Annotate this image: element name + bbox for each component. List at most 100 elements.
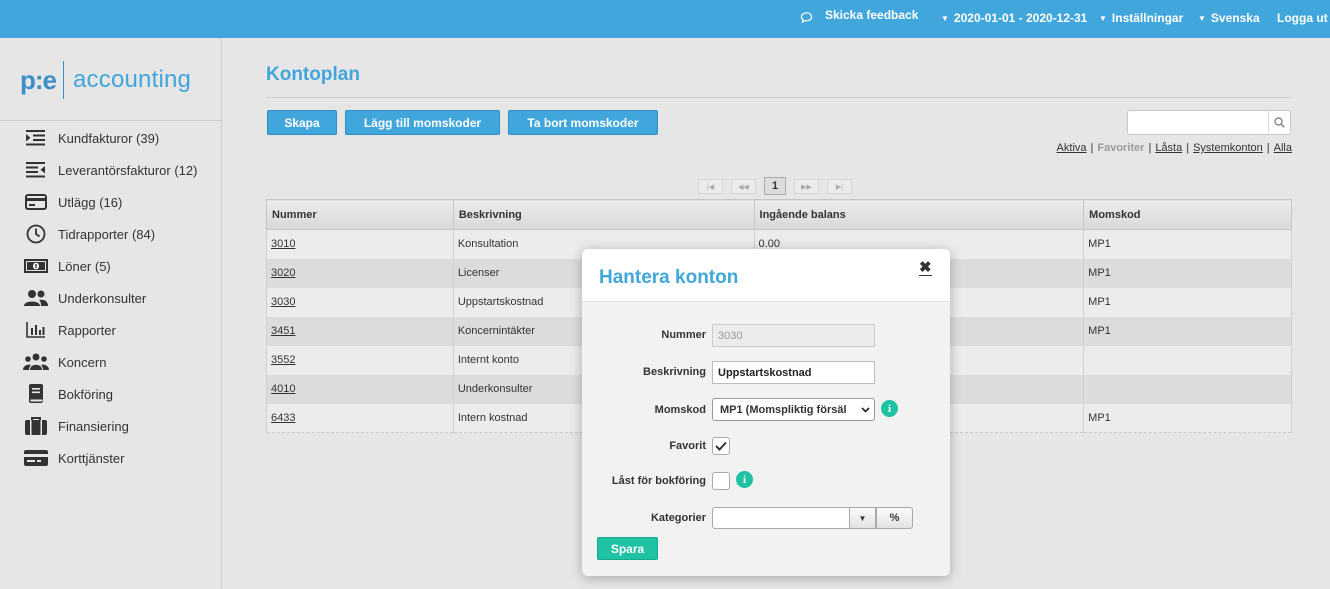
- sidebar-item-label: Tidrapporter (84): [58, 226, 156, 242]
- sidebar-item-expenses[interactable]: Utlägg (16): [0, 186, 221, 218]
- favorite-checkbox[interactable]: [712, 437, 730, 455]
- settings-dropdown[interactable]: ▼ Inställningar: [1099, 11, 1183, 25]
- account-vat-code: MP1: [1083, 316, 1292, 346]
- chevron-down-icon: [860, 403, 871, 420]
- expenses-icon: [23, 192, 49, 212]
- column-header-opening-balance[interactable]: Ingående balans: [753, 199, 1085, 230]
- account-filters: Aktiva | Favoriter | Låsta | Systemkonton | Alla: [1056, 142, 1292, 154]
- page-title: Kontoplan: [266, 64, 360, 85]
- sidebar-item-reports[interactable]: Rapporter: [0, 314, 221, 346]
- logo-mark: p:e: [20, 64, 57, 95]
- book-icon: [23, 384, 49, 404]
- period-label: 2020-01-01 - 2020-12-31: [953, 11, 1088, 25]
- sidebar-item-bookkeeping[interactable]: Bokföring: [0, 378, 221, 410]
- sidebar-item-label: Koncern: [58, 354, 107, 370]
- sidebar-item-label: Kundfakturor (39): [58, 130, 160, 146]
- account-vat-code: [1083, 374, 1292, 404]
- sidebar-nav: Kundfakturor (39) Leverantörsfakturor (1…: [0, 122, 221, 474]
- logout-link[interactable]: Logga ut: [1277, 11, 1328, 25]
- language-dropdown[interactable]: ▼ Svenska: [1198, 11, 1260, 25]
- sidebar-item-label: Leverantörsfakturor (12): [58, 162, 198, 178]
- sidebar-item-label: Bokföring: [58, 386, 113, 402]
- vat-code-selected: MP1 (Momspliktig försäl: [720, 403, 847, 416]
- sidebar-item-label: Utlägg (16): [58, 194, 123, 210]
- account-number-link[interactable]: 6433: [271, 412, 295, 424]
- account-vat-code: MP1: [1083, 287, 1292, 317]
- vat-code-label: Momskod: [654, 404, 706, 416]
- chevron-down-icon[interactable]: ▼: [849, 507, 876, 529]
- first-page-icon[interactable]: |◀: [698, 179, 723, 194]
- number-field: [712, 324, 875, 347]
- feedback-link[interactable]: Skicka feedback: [800, 8, 919, 24]
- page-number[interactable]: 1: [764, 177, 786, 195]
- sidebar-item-customer-invoices[interactable]: Kundfakturor (39): [0, 122, 221, 154]
- feedback-label: Skicka feedback: [825, 8, 919, 22]
- account-vat-code: MP1: [1083, 403, 1292, 433]
- filter-favorites[interactable]: Favoriter: [1097, 142, 1144, 154]
- period-dropdown[interactable]: ▼ 2020-01-01 - 2020-12-31: [941, 11, 1087, 25]
- close-icon[interactable]: ✖: [919, 260, 932, 276]
- vat-info-icon[interactable]: i: [881, 400, 898, 417]
- save-button[interactable]: Spara: [597, 537, 658, 560]
- checkmark-icon: [715, 441, 727, 451]
- description-field[interactable]: [712, 361, 875, 384]
- sidebar-item-financing[interactable]: Finansiering: [0, 410, 221, 442]
- search-icon[interactable]: [1268, 111, 1290, 134]
- filter-locked[interactable]: Låsta: [1155, 142, 1182, 154]
- sidebar-item-subconsultants[interactable]: Underkonsulter: [0, 282, 221, 314]
- sidebar-item-supplier-invoices[interactable]: Leverantörsfakturor (12): [0, 154, 221, 186]
- vat-code-select[interactable]: MP1 (Momspliktig försäl: [712, 398, 875, 421]
- language-label: Svenska: [1210, 11, 1260, 25]
- sidebar-item-salaries[interactable]: Löner (5): [0, 250, 221, 282]
- account-number-link[interactable]: 3552: [271, 354, 295, 366]
- speech-bubble-icon: [800, 12, 813, 24]
- logo[interactable]: p:e accounting: [20, 60, 191, 100]
- salary-icon: [23, 256, 49, 276]
- percent-button[interactable]: %: [876, 507, 913, 529]
- sidebar-item-label: Underkonsulter: [58, 290, 147, 306]
- column-header-description[interactable]: Beskrivning: [452, 199, 755, 230]
- group-icon: [23, 352, 49, 372]
- next-page-icon[interactable]: ▶▶: [794, 179, 819, 194]
- logout-label: Logga ut: [1277, 11, 1328, 25]
- account-number-link[interactable]: 3451: [271, 325, 295, 337]
- previous-page-icon[interactable]: ◀◀: [731, 179, 756, 194]
- sidebar: p:e accounting Kundfakturor (39) Leveran…: [0, 38, 222, 589]
- supplier-invoices-icon: [23, 160, 49, 180]
- pagination: |◀ ◀◀ 1 ▶▶ ▶|: [698, 177, 852, 195]
- account-number-link[interactable]: 3030: [271, 296, 295, 308]
- sidebar-item-label: Rapporter: [58, 322, 116, 338]
- locked-checkbox[interactable]: [712, 472, 730, 490]
- filter-active[interactable]: Aktiva: [1057, 142, 1087, 154]
- filter-all[interactable]: Alla: [1274, 142, 1292, 154]
- account-number-link[interactable]: 3010: [271, 238, 295, 250]
- sidebar-item-label: Korttjänster: [58, 450, 125, 466]
- remove-vat-codes-button[interactable]: Ta bort momskoder: [508, 110, 658, 135]
- sidebar-item-card-services[interactable]: Korttjänster: [0, 442, 221, 474]
- caret-down-icon: ▼: [1198, 13, 1206, 23]
- clock-icon: [23, 224, 49, 244]
- categories-label: Kategorier: [650, 512, 706, 524]
- caret-down-icon: ▼: [941, 13, 949, 23]
- column-header-number[interactable]: Nummer: [266, 199, 454, 230]
- create-button[interactable]: Skapa: [267, 110, 337, 135]
- locked-info-icon[interactable]: i: [736, 471, 753, 488]
- sidebar-item-label: Löner (5): [58, 258, 111, 274]
- sidebar-item-time-reports[interactable]: Tidrapporter (84): [0, 218, 221, 250]
- logo-text: accounting: [73, 66, 192, 93]
- sidebar-item-group[interactable]: Koncern: [0, 346, 221, 378]
- account-number-link[interactable]: 4010: [271, 383, 295, 395]
- last-page-icon[interactable]: ▶|: [827, 179, 852, 194]
- add-vat-codes-button[interactable]: Lägg till momskoder: [345, 110, 500, 135]
- dialog-title: Hantera konton: [599, 267, 739, 288]
- filter-system-accounts[interactable]: Systemkonton: [1193, 142, 1263, 154]
- table-header-row: Nummer Beskrivning Ingående balans Momsk…: [266, 199, 1292, 230]
- dialog-header: Hantera konton ✖: [582, 249, 950, 302]
- logo-divider: [63, 61, 64, 99]
- title-divider: [266, 97, 1292, 98]
- account-vat-code: MP1: [1083, 258, 1292, 288]
- account-number-link[interactable]: 3020: [271, 267, 295, 279]
- search-input[interactable]: [1127, 110, 1291, 135]
- column-header-vat-code[interactable]: Momskod: [1083, 199, 1292, 230]
- card-icon: [23, 448, 49, 468]
